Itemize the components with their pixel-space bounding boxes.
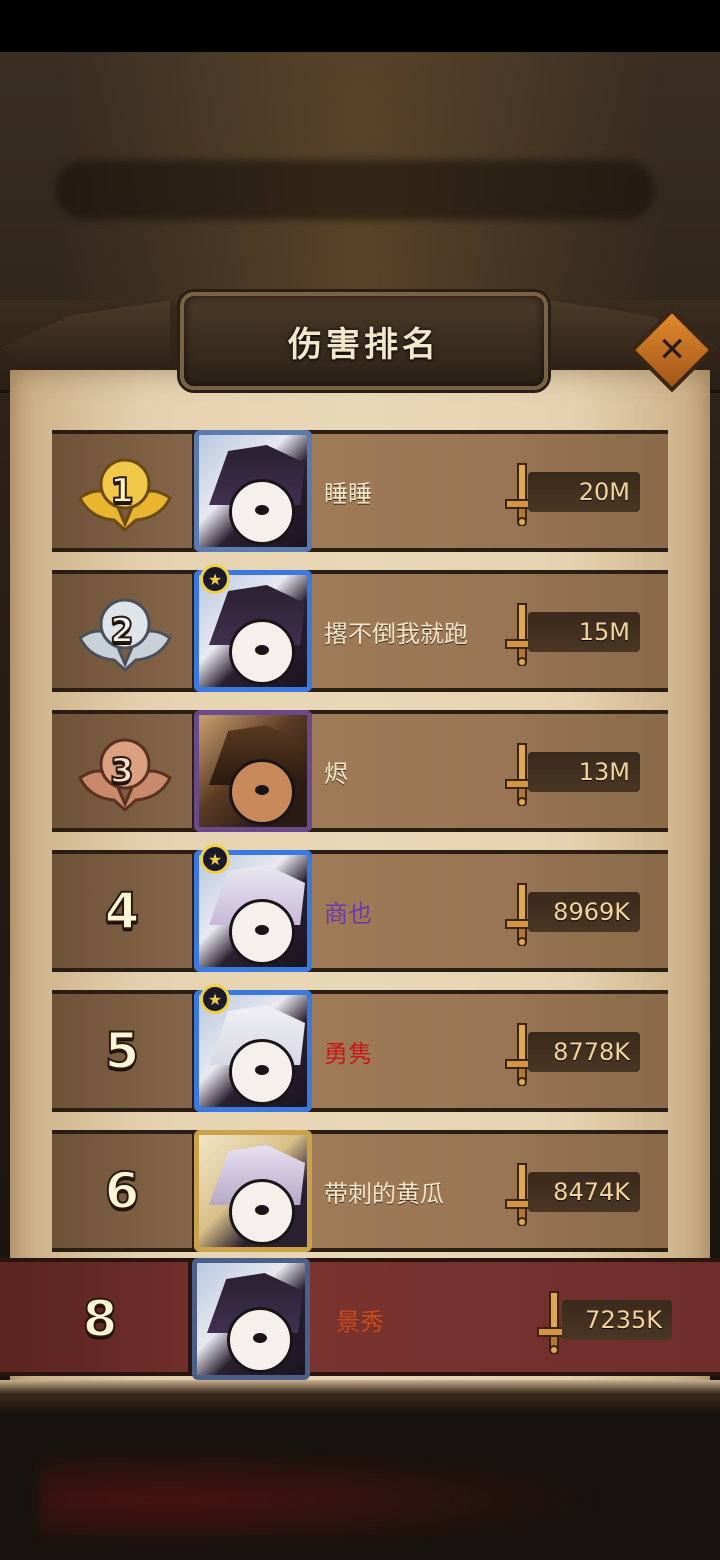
avatar[interactable]	[192, 1258, 310, 1380]
eye-shape	[255, 1065, 269, 1075]
player-name: 勇隽	[324, 1039, 372, 1068]
rank-number: 4	[104, 881, 141, 941]
eye-shape	[255, 505, 269, 515]
damage-value: 8969K	[528, 892, 640, 932]
rank-number: 8	[82, 1289, 119, 1349]
rank-number: 2	[109, 610, 135, 652]
eye-shape	[255, 925, 269, 935]
status-bar	[0, 0, 720, 52]
ranking-row-1[interactable]: 1 睡睡 20M	[52, 430, 668, 552]
ranking-row-3[interactable]: 3 烬 13M	[52, 710, 668, 832]
eye-shape	[255, 645, 269, 655]
panel-bottom-border	[0, 1380, 720, 1414]
eye-shape	[253, 1333, 267, 1343]
eye-shape	[255, 1205, 269, 1215]
title-frame: 伤害排名	[180, 292, 548, 390]
damage-value: 15M	[528, 612, 640, 652]
player-name: 睡睡	[324, 479, 372, 508]
avatar[interactable]	[194, 430, 312, 552]
avatar[interactable]	[194, 710, 312, 832]
star-icon: ★	[200, 844, 230, 874]
player-name: 撂不倒我就跑	[324, 619, 468, 648]
player-name: 烬	[324, 759, 348, 788]
rank-number: 6	[104, 1161, 141, 1221]
damage-value: 20M	[528, 472, 640, 512]
ranking-row-4[interactable]: 4 ★ 商也 8969K	[52, 844, 668, 972]
player-name: 带刺的黄瓜	[324, 1179, 444, 1208]
close-icon: ✕	[657, 330, 687, 370]
page-title: 伤害排名	[288, 324, 440, 365]
eye-shape	[255, 785, 269, 795]
rank-number: 5	[104, 1021, 141, 1081]
background-glow	[40, 1440, 680, 1540]
my-ranking-row[interactable]: 8 景秀 7235K	[0, 1258, 720, 1380]
rank-number: 3	[109, 750, 135, 792]
damage-value: 7235K	[562, 1300, 672, 1340]
damage-value: 8778K	[528, 1032, 640, 1072]
background-search-bar	[55, 160, 655, 220]
damage-value: 13M	[528, 752, 640, 792]
player-name: 景秀	[336, 1307, 384, 1336]
star-icon: ★	[200, 564, 230, 594]
ranking-row-5[interactable]: 5 ★ 勇隽 8778K	[52, 984, 668, 1112]
rank-number: 1	[109, 470, 135, 512]
damage-value: 8474K	[528, 1172, 640, 1212]
player-name: 商也	[324, 899, 372, 928]
ranking-row-6[interactable]: 6 带刺的黄瓜 8474K	[52, 1130, 668, 1252]
star-icon: ★	[200, 984, 230, 1014]
avatar[interactable]	[194, 1130, 312, 1252]
ranking-row-2[interactable]: 2 ★ 撂不倒我就跑 15M	[52, 564, 668, 692]
